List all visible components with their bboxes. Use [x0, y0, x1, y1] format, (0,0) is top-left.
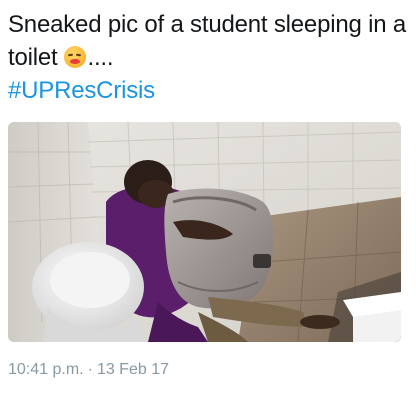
tweet-timestamp[interactable]: 10:41 p.m. · 13 Feb 17 [8, 360, 169, 380]
tweet-photo[interactable] [8, 122, 401, 342]
tweet-time: 10:41 p.m. [8, 361, 84, 378]
timestamp-separator: · [87, 361, 93, 378]
tweet-text-toilet: toilet [8, 44, 58, 71]
tweet-text-ellipsis: .... [87, 44, 114, 71]
hashtag-link[interactable]: #UPResCrisis [8, 74, 408, 107]
tweet-text-line1: Sneaked pic of a student sleeping in a [8, 11, 407, 38]
tweet-text-line2: toilet.... [8, 41, 408, 74]
tweet-date: 13 Feb 17 [96, 361, 169, 378]
tweet-text: Sneaked pic of a student sleeping in a t… [8, 8, 408, 107]
tweet: Sneaked pic of a student sleeping in a t… [0, 0, 416, 400]
tired-face-emoji-icon [63, 46, 86, 68]
bathroom-photo-icon [8, 122, 401, 342]
